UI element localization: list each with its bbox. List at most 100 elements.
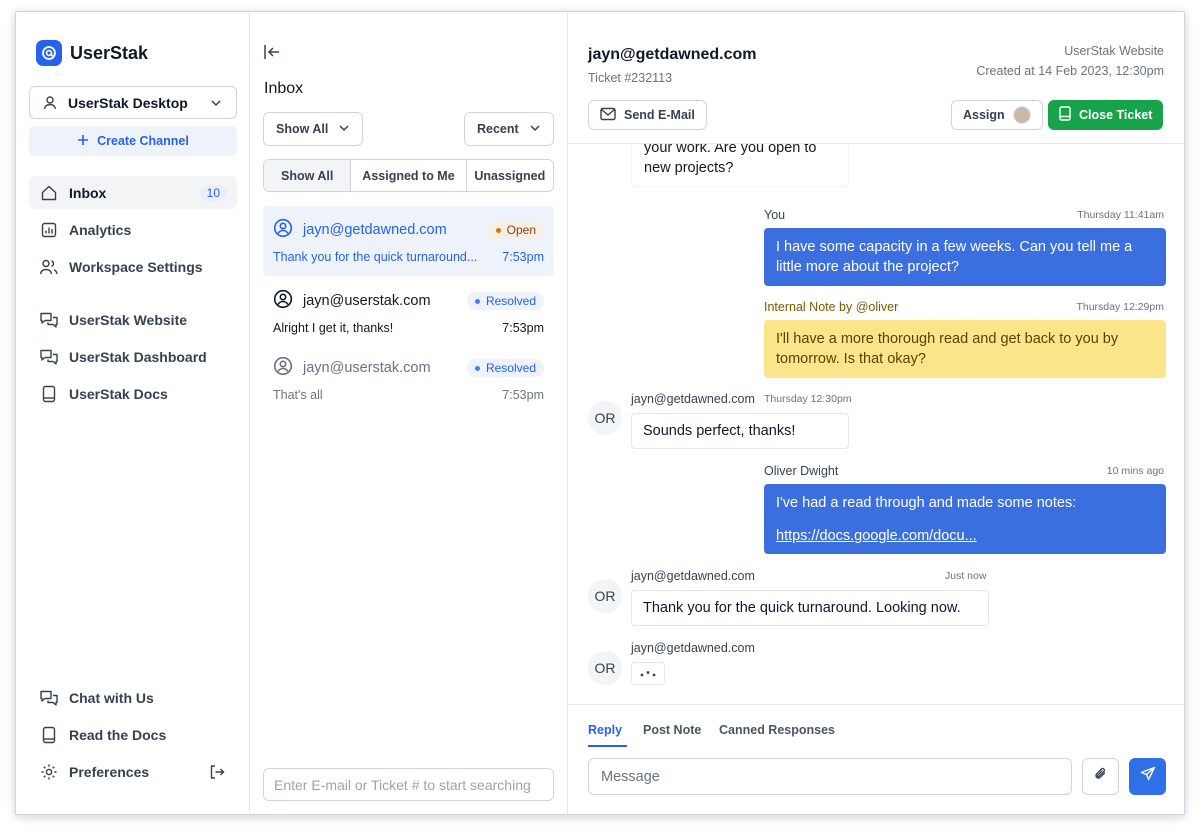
conversation-email: jayn@userstak.com [303, 293, 431, 309]
nav-item-preferences[interactable]: Preferences [29, 755, 237, 788]
conversation-time: 7:53pm [502, 321, 544, 335]
collapse-sidebar-icon[interactable] [262, 42, 282, 67]
mail-icon [600, 107, 616, 124]
ticket-number: Ticket #232113 [588, 71, 673, 85]
avatar: OR [588, 579, 622, 613]
send-button[interactable] [1129, 758, 1166, 795]
status-label: Resolved [485, 294, 536, 308]
create-channel-label: Create Channel [97, 134, 189, 148]
chevron-down-icon [529, 122, 541, 137]
chat-bubbles-icon [39, 688, 59, 708]
nav-label: Workspace Settings [69, 258, 203, 275]
nav-label: Inbox [69, 184, 107, 201]
close-ticket-button[interactable]: Close Ticket [1048, 100, 1164, 130]
internal-note-bubble: I'll have a more thorough read and get b… [764, 320, 1166, 378]
message-time: 10 mins ago [1106, 465, 1164, 477]
close-ticket-label: Close Ticket [1079, 108, 1153, 122]
ticket-search-input[interactable] [263, 768, 554, 801]
message-bubble: I've had a read through and made some no… [764, 484, 1166, 554]
message-author: You [764, 208, 786, 222]
message-text: I've had a read through and made some no… [776, 495, 1077, 511]
filter-dropdown[interactable]: Show All [263, 112, 364, 146]
nav-item-workspace-settings[interactable]: Workspace Settings [29, 250, 237, 283]
attach-button[interactable] [1082, 758, 1119, 795]
nav-item-userstak-dashboard[interactable]: UserStak Dashboard [29, 340, 237, 373]
sort-dropdown[interactable]: Recent [464, 112, 554, 146]
segment-show-all[interactable]: Show All [264, 160, 352, 191]
conversation-item[interactable]: jayn@userstak.com Resolved That's all 7:… [263, 344, 554, 414]
logout-icon[interactable] [207, 762, 227, 782]
message-bubble: your work. Are you open to new projects? [631, 144, 849, 187]
message-author: jayn@getdawned.com [631, 392, 755, 406]
nav-item-read-the-docs[interactable]: Read the Docs [29, 718, 237, 751]
footer-nav: Chat with Us Read the Docs Preferences [29, 681, 237, 792]
conversation-email: jayn@userstak.com [303, 360, 431, 376]
user-icon [40, 93, 60, 113]
conversation-preview: That's all [273, 388, 323, 402]
status-label: Open [506, 223, 536, 237]
nav-item-chat-with-us[interactable]: Chat with Us [29, 681, 237, 714]
main-nav: Inbox 10 Analytics Workspace Settings [29, 176, 237, 287]
message-time: Thursday 11:41am [1077, 209, 1164, 221]
nav-item-userstak-docs[interactable]: UserStak Docs [29, 377, 237, 410]
nav-label: Read the Docs [69, 726, 167, 743]
message-bubble: I have some capacity in a few weeks. Can… [764, 228, 1166, 286]
message-time: Thursday 12:29pm [1076, 301, 1164, 313]
send-email-button[interactable]: Send E-Mail [588, 100, 707, 130]
inbox-panel: Inbox Show All Recent Show All Assigned … [250, 12, 568, 814]
sort-dropdown-label: Recent [477, 122, 519, 136]
ticket-site: UserStak Website [1064, 44, 1164, 58]
segment-unassigned[interactable]: Unassigned [467, 160, 553, 191]
conversation-time: 7:53pm [502, 388, 544, 402]
message-author: Oliver Dwight [764, 464, 839, 478]
composer: Reply Post Note Canned Responses [568, 704, 1184, 814]
message-link[interactable]: https://docs.google.com/docu... [776, 528, 977, 544]
message-input[interactable] [588, 758, 1072, 795]
conversation-item[interactable]: jayn@userstak.com Resolved Alright I get… [263, 277, 554, 347]
status-badge: Open [487, 221, 544, 239]
status-badge: Resolved [466, 292, 544, 310]
brand[interactable]: UserStak [36, 40, 148, 66]
conversation-preview: Thank you for the quick turnaround... [273, 250, 478, 264]
chat-bubbles-icon [39, 310, 59, 330]
nav-item-inbox[interactable]: Inbox 10 [29, 176, 237, 209]
assign-label: Assign [963, 108, 1005, 122]
book-icon [39, 725, 59, 745]
nav-label: Analytics [69, 221, 132, 238]
avatar: OR [588, 401, 622, 435]
nav-item-analytics[interactable]: Analytics [29, 213, 237, 246]
tab-post-note[interactable]: Post Note [643, 723, 701, 745]
segment-assigned-to-me[interactable]: Assigned to Me [351, 160, 467, 191]
assign-button[interactable]: Assign [951, 100, 1043, 130]
message-thread: your work. Are you open to new projects?… [568, 144, 1184, 704]
nav-item-userstak-website[interactable]: UserStak Website [29, 303, 237, 336]
nav-label: Preferences [69, 763, 150, 780]
ticket-created: Created at 14 Feb 2023, 12:30pm [976, 64, 1164, 78]
ticket-header: jayn@getdawned.com Ticket #232113 UserSt… [568, 12, 1184, 144]
inbox-count-badge: 10 [199, 184, 227, 201]
close-ticket-icon [1059, 106, 1071, 124]
send-email-label: Send E-Mail [624, 108, 695, 122]
chat-bubbles-icon [39, 347, 59, 367]
assignee-avatar [1012, 106, 1031, 124]
typing-indicator [631, 662, 665, 685]
userstak-logo-icon [36, 40, 62, 66]
conversation-email: jayn@getdawned.com [303, 222, 447, 238]
app-window: UserStak UserStak Desktop Create Channel… [15, 11, 1185, 815]
create-channel-button[interactable]: Create Channel [29, 126, 237, 156]
ticket-panel: jayn@getdawned.com Ticket #232113 UserSt… [568, 12, 1184, 814]
book-icon [39, 384, 59, 404]
message-author: jayn@getdawned.com [631, 569, 755, 583]
conversation-item[interactable]: jayn@getdawned.com Open Thank you for th… [263, 206, 554, 276]
channel-select[interactable]: UserStak Desktop [29, 86, 237, 119]
nav-label: UserStak Dashboard [69, 348, 207, 365]
user-circle-icon [273, 356, 293, 380]
chart-icon [39, 220, 59, 240]
internal-note-author: Internal Note by @oliver [764, 300, 899, 314]
nav-label: Chat with Us [69, 689, 154, 706]
assignment-segmented-control: Show All Assigned to Me Unassigned [263, 159, 554, 192]
tab-reply[interactable]: Reply [588, 723, 627, 747]
tab-canned-responses[interactable]: Canned Responses [719, 723, 835, 745]
conversation-preview: Alright I get it, thanks! [273, 321, 394, 335]
message-time: Thursday 12:30pm [764, 393, 852, 405]
